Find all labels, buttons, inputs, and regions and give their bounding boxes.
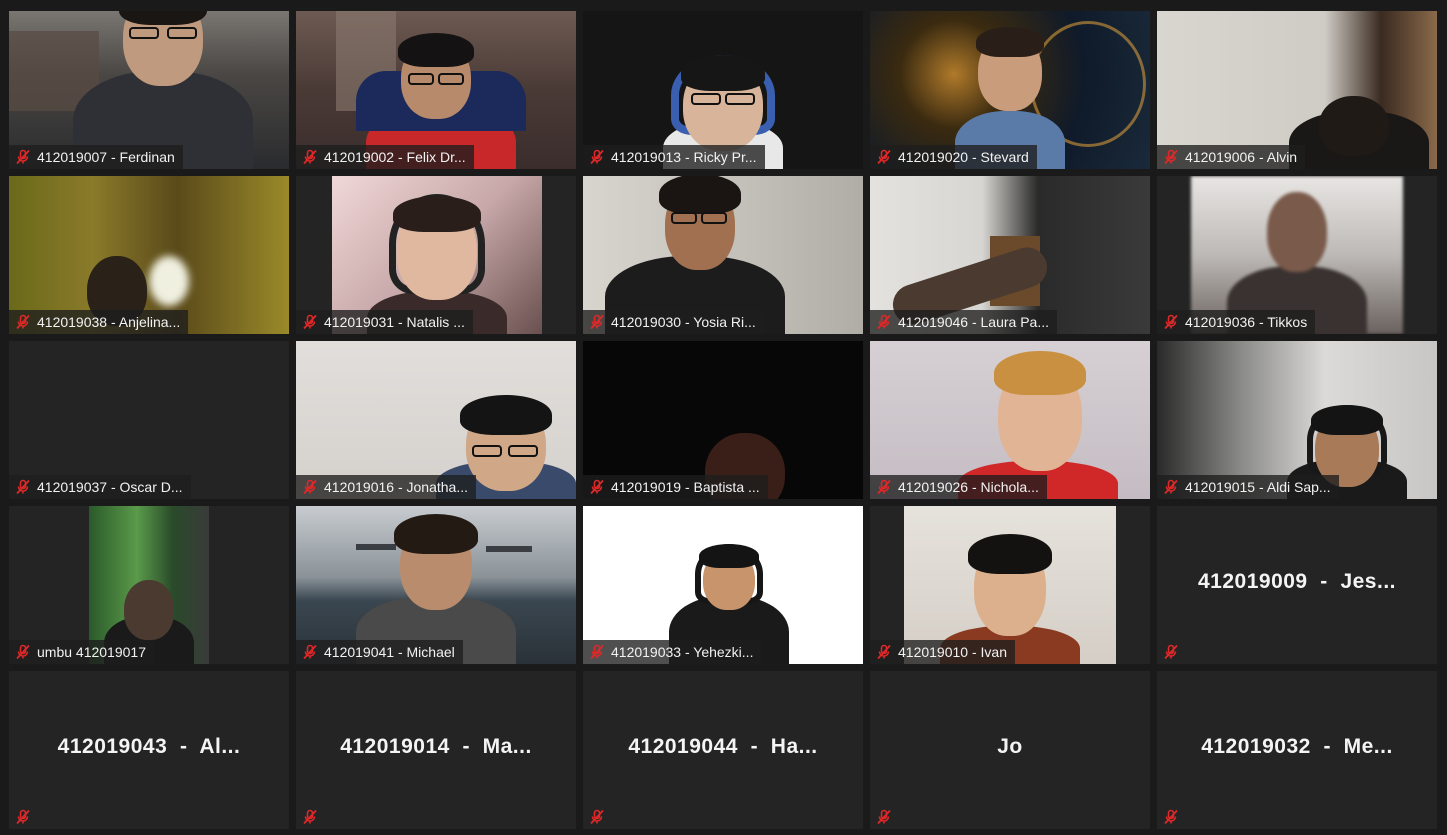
mic-off-icon <box>302 479 318 495</box>
name-tag: 412019020 - Stevard <box>870 145 1037 169</box>
participant-name: 412019016 - Jonatha... <box>324 479 469 495</box>
participant-tile[interactable]: 412019007 - Ferdinan <box>9 11 289 169</box>
participant-name: 412019010 - Ivan <box>898 644 1007 660</box>
participant-tile[interactable]: 412019013 - Ricky Pr... <box>583 11 863 169</box>
participant-tile[interactable]: 412019016 - Jonatha... <box>296 341 576 499</box>
mic-off-icon <box>15 479 31 495</box>
name-tag: 412019006 - Alvin <box>1157 145 1306 169</box>
participant-name: 412019038 - Anjelina... <box>37 314 181 330</box>
participant-display-name: 412019044 - Ha... <box>628 735 818 758</box>
name-tag: 412019026 - Nichola... <box>870 475 1047 499</box>
participant-name: 412019031 - Natalis ... <box>324 314 465 330</box>
mic-off-icon <box>302 809 318 825</box>
participant-tile[interactable]: 412019014 - Ma... <box>296 671 576 829</box>
participant-tile[interactable]: 412019046 - Laura Pa... <box>870 176 1150 334</box>
participant-display-name: 412019032 - Me... <box>1201 735 1393 758</box>
mic-off-icon <box>589 314 605 330</box>
participant-name: 412019007 - Ferdinan <box>37 149 175 165</box>
name-tag: 412019046 - Laura Pa... <box>870 310 1058 334</box>
participant-tile[interactable]: 412019038 - Anjelina... <box>9 176 289 334</box>
participant-tile[interactable]: 412019036 - Tikkos <box>1157 176 1437 334</box>
name-tag: umbu 412019017 <box>9 640 154 664</box>
mic-off-icon <box>589 809 605 825</box>
name-tag: 412019031 - Natalis ... <box>296 310 473 334</box>
participant-tile[interactable]: 412019031 - Natalis ... <box>296 176 576 334</box>
participant-tile[interactable]: 412019032 - Me... <box>1157 671 1437 829</box>
participant-display-name: 412019014 - Ma... <box>340 735 532 758</box>
participant-name: 412019036 - Tikkos <box>1185 314 1308 330</box>
mic-off-icon <box>1163 479 1179 495</box>
name-tag: 412019030 - Yosia Ri... <box>583 310 764 334</box>
name-tag: 412019041 - Michael <box>296 640 463 664</box>
name-tag: 412019016 - Jonatha... <box>296 475 477 499</box>
participant-name: 412019020 - Stevard <box>898 149 1029 165</box>
participant-tile[interactable]: 412019026 - Nichola... <box>870 341 1150 499</box>
name-tag: 412019036 - Tikkos <box>1157 310 1316 334</box>
participant-display-name: 412019009 - Jes... <box>1198 570 1396 593</box>
participant-tile[interactable]: Jo <box>870 671 1150 829</box>
participant-name: 412019013 - Ricky Pr... <box>611 149 757 165</box>
participant-tile[interactable]: 412019006 - Alvin <box>1157 11 1437 169</box>
participant-tile[interactable]: 412019043 - Al... <box>9 671 289 829</box>
name-tag: 412019033 - Yehezki... <box>583 640 762 664</box>
participant-tile[interactable]: 412019015 - Aldi Sap... <box>1157 341 1437 499</box>
participant-name: 412019030 - Yosia Ri... <box>611 314 756 330</box>
participant-tile[interactable]: 412019037 - Oscar D... <box>9 341 289 499</box>
participant-tile[interactable]: 412019030 - Yosia Ri... <box>583 176 863 334</box>
participant-tile[interactable]: 412019020 - Stevard <box>870 11 1150 169</box>
video-grid: 412019007 - Ferdinan 412019002 - Felix D… <box>9 11 1440 830</box>
mic-off-icon <box>15 644 31 660</box>
participant-name: 412019046 - Laura Pa... <box>898 314 1050 330</box>
participant-tile[interactable]: 412019044 - Ha... <box>583 671 863 829</box>
mic-off-icon <box>589 644 605 660</box>
participant-display-name: Jo <box>997 735 1023 758</box>
mic-off-icon <box>15 809 31 825</box>
participant-name: 412019037 - Oscar D... <box>37 479 183 495</box>
participant-tile[interactable]: 412019010 - Ivan <box>870 506 1150 664</box>
mic-off-icon <box>1163 149 1179 165</box>
participant-name: 412019033 - Yehezki... <box>611 644 754 660</box>
name-tag: 412019037 - Oscar D... <box>9 475 191 499</box>
mic-off-icon <box>589 149 605 165</box>
mic-off-icon <box>302 644 318 660</box>
mic-off-icon <box>1163 644 1179 660</box>
name-tag: 412019007 - Ferdinan <box>9 145 183 169</box>
participant-name: 412019015 - Aldi Sap... <box>1185 479 1331 495</box>
participant-name: 412019026 - Nichola... <box>898 479 1039 495</box>
participant-name: 412019041 - Michael <box>324 644 455 660</box>
participant-name: umbu 412019017 <box>37 644 146 660</box>
mic-off-icon <box>876 644 892 660</box>
participant-tile[interactable]: 412019041 - Michael <box>296 506 576 664</box>
participant-name: 412019002 - Felix Dr... <box>324 149 466 165</box>
mic-off-icon <box>15 314 31 330</box>
name-tag: 412019013 - Ricky Pr... <box>583 145 765 169</box>
mic-off-icon <box>302 314 318 330</box>
mic-off-icon <box>1163 314 1179 330</box>
mic-off-icon <box>876 809 892 825</box>
mic-off-icon <box>876 479 892 495</box>
mic-off-icon <box>589 479 605 495</box>
name-tag: 412019002 - Felix Dr... <box>296 145 474 169</box>
name-tag: 412019010 - Ivan <box>870 640 1015 664</box>
participant-tile[interactable]: 412019033 - Yehezki... <box>583 506 863 664</box>
participant-tile[interactable]: 412019019 - Baptista ... <box>583 341 863 499</box>
mic-off-icon <box>15 149 31 165</box>
participant-tile[interactable]: 412019002 - Felix Dr... <box>296 11 576 169</box>
mic-off-icon <box>876 314 892 330</box>
participant-name: 412019019 - Baptista ... <box>611 479 760 495</box>
name-tag: 412019015 - Aldi Sap... <box>1157 475 1339 499</box>
mic-off-icon <box>1163 809 1179 825</box>
participant-display-name: 412019043 - Al... <box>57 735 241 758</box>
name-tag: 412019019 - Baptista ... <box>583 475 768 499</box>
name-tag: 412019038 - Anjelina... <box>9 310 189 334</box>
participant-name: 412019006 - Alvin <box>1185 149 1298 165</box>
participant-tile[interactable]: umbu 412019017 <box>9 506 289 664</box>
mic-off-icon <box>302 149 318 165</box>
mic-off-icon <box>876 149 892 165</box>
participant-tile[interactable]: 412019009 - Jes... <box>1157 506 1437 664</box>
